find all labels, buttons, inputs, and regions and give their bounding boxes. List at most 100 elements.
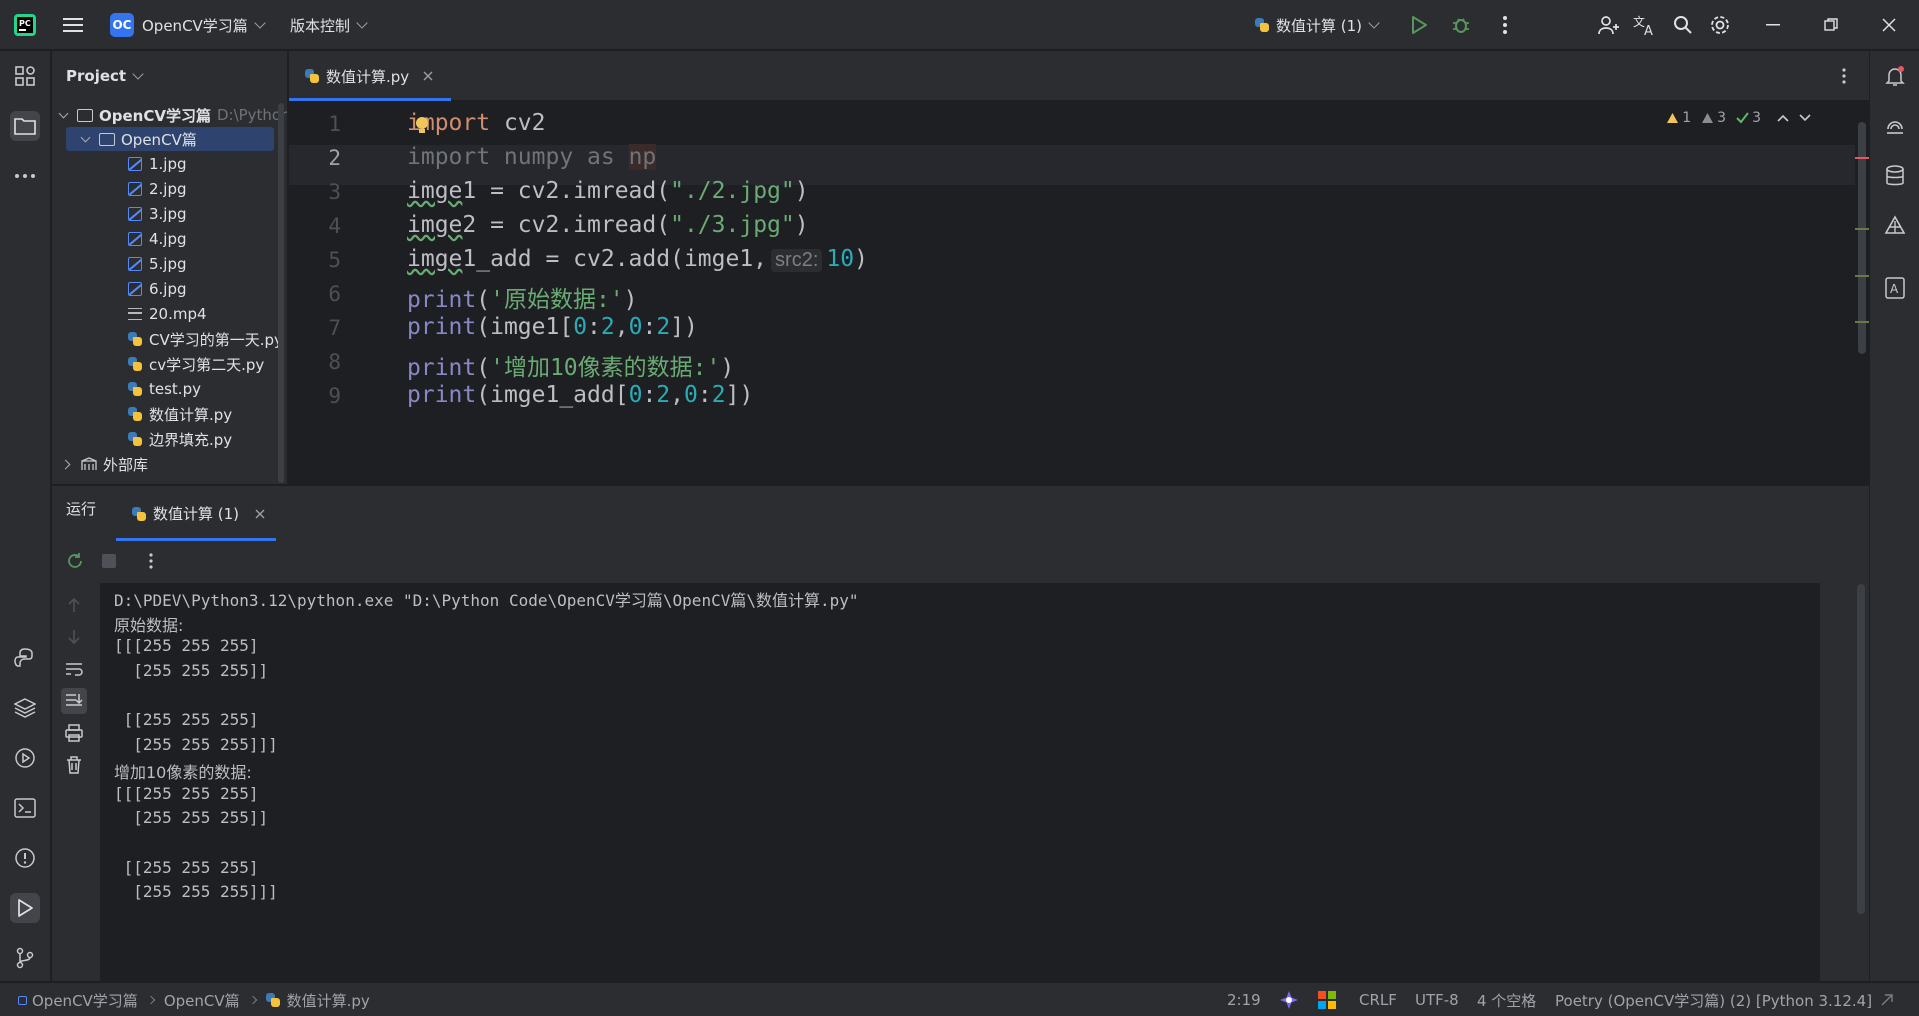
run-more-icon[interactable] [138, 548, 164, 574]
crumb-file[interactable]: 数值计算.py [287, 990, 370, 1011]
console-scrollbar[interactable] [1857, 584, 1865, 914]
windows-plugin-icon[interactable] [1318, 983, 1336, 1016]
file-encoding[interactable]: UTF-8 [1415, 983, 1459, 1016]
console-output[interactable]: D:\PDEV\Python3.12\python.exe "D:\Python… [100, 583, 1820, 982]
image-file-icon [128, 257, 142, 271]
python-icon [1255, 18, 1269, 32]
code-editor[interactable]: 123456789 import cv2 import numpy as np … [289, 102, 1869, 484]
tree-file[interactable]: 20.mp4 [52, 302, 287, 326]
intention-bulb-icon[interactable] [414, 116, 430, 136]
file-name: 6.jpg [149, 280, 187, 298]
project-folder-icon[interactable] [10, 111, 40, 141]
run-tab-label: 数值计算 (1) [153, 505, 240, 523]
print-icon[interactable] [61, 720, 87, 746]
crumb-project[interactable]: OpenCV学习篇 [32, 990, 138, 1011]
soft-wrap-icon[interactable] [61, 656, 87, 682]
tree-file[interactable]: 6.jpg [52, 277, 287, 301]
library-icon [81, 457, 97, 470]
minimize-window-icon[interactable] [1758, 10, 1788, 40]
python-interpreter[interactable]: Poetry (OpenCV学习篇) (2) [Python 3.12.4] [1555, 983, 1872, 1016]
terminal-icon[interactable] [10, 793, 40, 823]
more-actions-icon[interactable] [1490, 10, 1520, 40]
indent-setting[interactable]: 4 个空格 [1477, 983, 1536, 1016]
tree-external-libs[interactable]: 外部库 [52, 452, 287, 476]
tree-file[interactable]: 2.jpg [52, 177, 287, 201]
notifications-bell-icon[interactable] [1880, 61, 1910, 91]
previous-issue-icon[interactable] [1777, 114, 1789, 122]
main-menu-icon[interactable] [58, 10, 88, 40]
project-scrollbar[interactable] [278, 103, 284, 483]
ai-star-icon[interactable] [1279, 983, 1299, 1016]
debug-button[interactable] [1446, 10, 1476, 40]
close-window-icon[interactable] [1874, 10, 1904, 40]
restore-window-icon[interactable] [1816, 10, 1846, 40]
search-icon[interactable] [1668, 10, 1698, 40]
tree-file[interactable]: 数值计算.py [52, 402, 287, 426]
next-issue-icon[interactable] [1799, 114, 1811, 122]
pycharm-logo-icon[interactable]: PC [10, 10, 40, 40]
tree-root[interactable]: OpenCV学习篇 D:\Pythor [52, 103, 287, 127]
tree-file[interactable]: CV学习的第一天.py [52, 327, 287, 351]
git-branch-icon[interactable] [10, 943, 40, 973]
editor-tab-bar: 数值计算.py [289, 51, 1869, 101]
add-user-icon[interactable] [1594, 10, 1624, 40]
tree-file[interactable]: test.py [52, 377, 287, 401]
ai-assistant-icon[interactable] [1880, 111, 1910, 141]
run-config-label: 数值计算 (1) [1276, 16, 1363, 35]
caret-position[interactable]: 2:19 [1227, 983, 1261, 1016]
tab-options-icon[interactable] [1829, 61, 1859, 91]
root-name: OpenCV学习篇 [99, 106, 211, 125]
file-name: 5.jpg [149, 255, 187, 273]
scroll-to-end-icon[interactable] [61, 688, 87, 714]
scroll-down-icon[interactable] [61, 624, 87, 650]
database-icon[interactable] [1880, 161, 1910, 191]
folder-name: OpenCV篇 [121, 130, 197, 149]
line-separator[interactable]: CRLF [1359, 983, 1397, 1016]
run-tool-icon[interactable] [10, 893, 40, 923]
crumb-folder[interactable]: OpenCV篇 [164, 990, 240, 1011]
close-tab-icon[interactable] [423, 71, 433, 81]
project-panel-header[interactable]: Project [66, 67, 144, 85]
layers-icon[interactable] [10, 693, 40, 723]
settings-gear-icon[interactable] [1705, 10, 1735, 40]
project-switcher[interactable]: OC OpenCV学习篇 [110, 0, 266, 50]
rerun-icon[interactable] [62, 548, 88, 574]
tab-numeric-calc[interactable]: 数值计算.py [289, 51, 451, 101]
vcs-menu[interactable]: 版本控制 [290, 0, 368, 50]
chevron-right-icon [248, 995, 257, 1005]
chevron-right-icon [146, 995, 156, 1005]
structure-icon[interactable] [10, 61, 40, 91]
problems-icon[interactable] [10, 843, 40, 873]
translate-icon[interactable]: 文A [1630, 10, 1660, 40]
console-line: D:\PDEV\Python3.12\python.exe "D:\Python… [114, 591, 859, 610]
warning-count: 1 [1666, 110, 1691, 126]
tool-window-a-icon[interactable]: A [1880, 273, 1910, 303]
tree-file[interactable]: 边界填充.py [52, 427, 287, 451]
scroll-up-icon[interactable] [61, 592, 87, 618]
close-tab-icon[interactable] [255, 509, 265, 519]
right-tool-strip: A [1869, 51, 1919, 981]
tree-file[interactable]: cv学习第二天.py [52, 352, 287, 376]
inspection-widget[interactable]: 1 3 3 [1666, 110, 1811, 126]
lock-icon[interactable] [1880, 983, 1894, 1016]
editor-scrollbar[interactable] [1855, 102, 1869, 484]
tree-file[interactable]: 1.jpg [52, 152, 287, 176]
file-name: test.py [149, 380, 201, 398]
line-number: 1 [328, 112, 341, 136]
run-tab[interactable]: 数值计算 (1) [116, 486, 276, 541]
console-line: [255 255 255]]] [114, 882, 278, 902]
run-button[interactable] [1404, 10, 1434, 40]
code-line-4: imge2 = cv2.imread("./3.jpg") [407, 212, 809, 238]
chevron-down-icon [254, 17, 266, 29]
python-packages-icon[interactable] [10, 643, 40, 673]
tree-file[interactable]: 5.jpg [52, 252, 287, 276]
tree-folder-opencv[interactable]: OpenCV篇 [66, 127, 274, 151]
clear-trash-icon[interactable] [61, 752, 87, 778]
more-tools-icon[interactable] [10, 161, 40, 191]
codeium-icon[interactable] [1880, 211, 1910, 241]
run-config-selector[interactable]: 数值计算 (1) [1255, 0, 1380, 50]
stop-icon[interactable] [96, 548, 122, 574]
tree-file[interactable]: 4.jpg [52, 227, 287, 251]
tree-file[interactable]: 3.jpg [52, 202, 287, 226]
services-icon[interactable] [10, 743, 40, 773]
